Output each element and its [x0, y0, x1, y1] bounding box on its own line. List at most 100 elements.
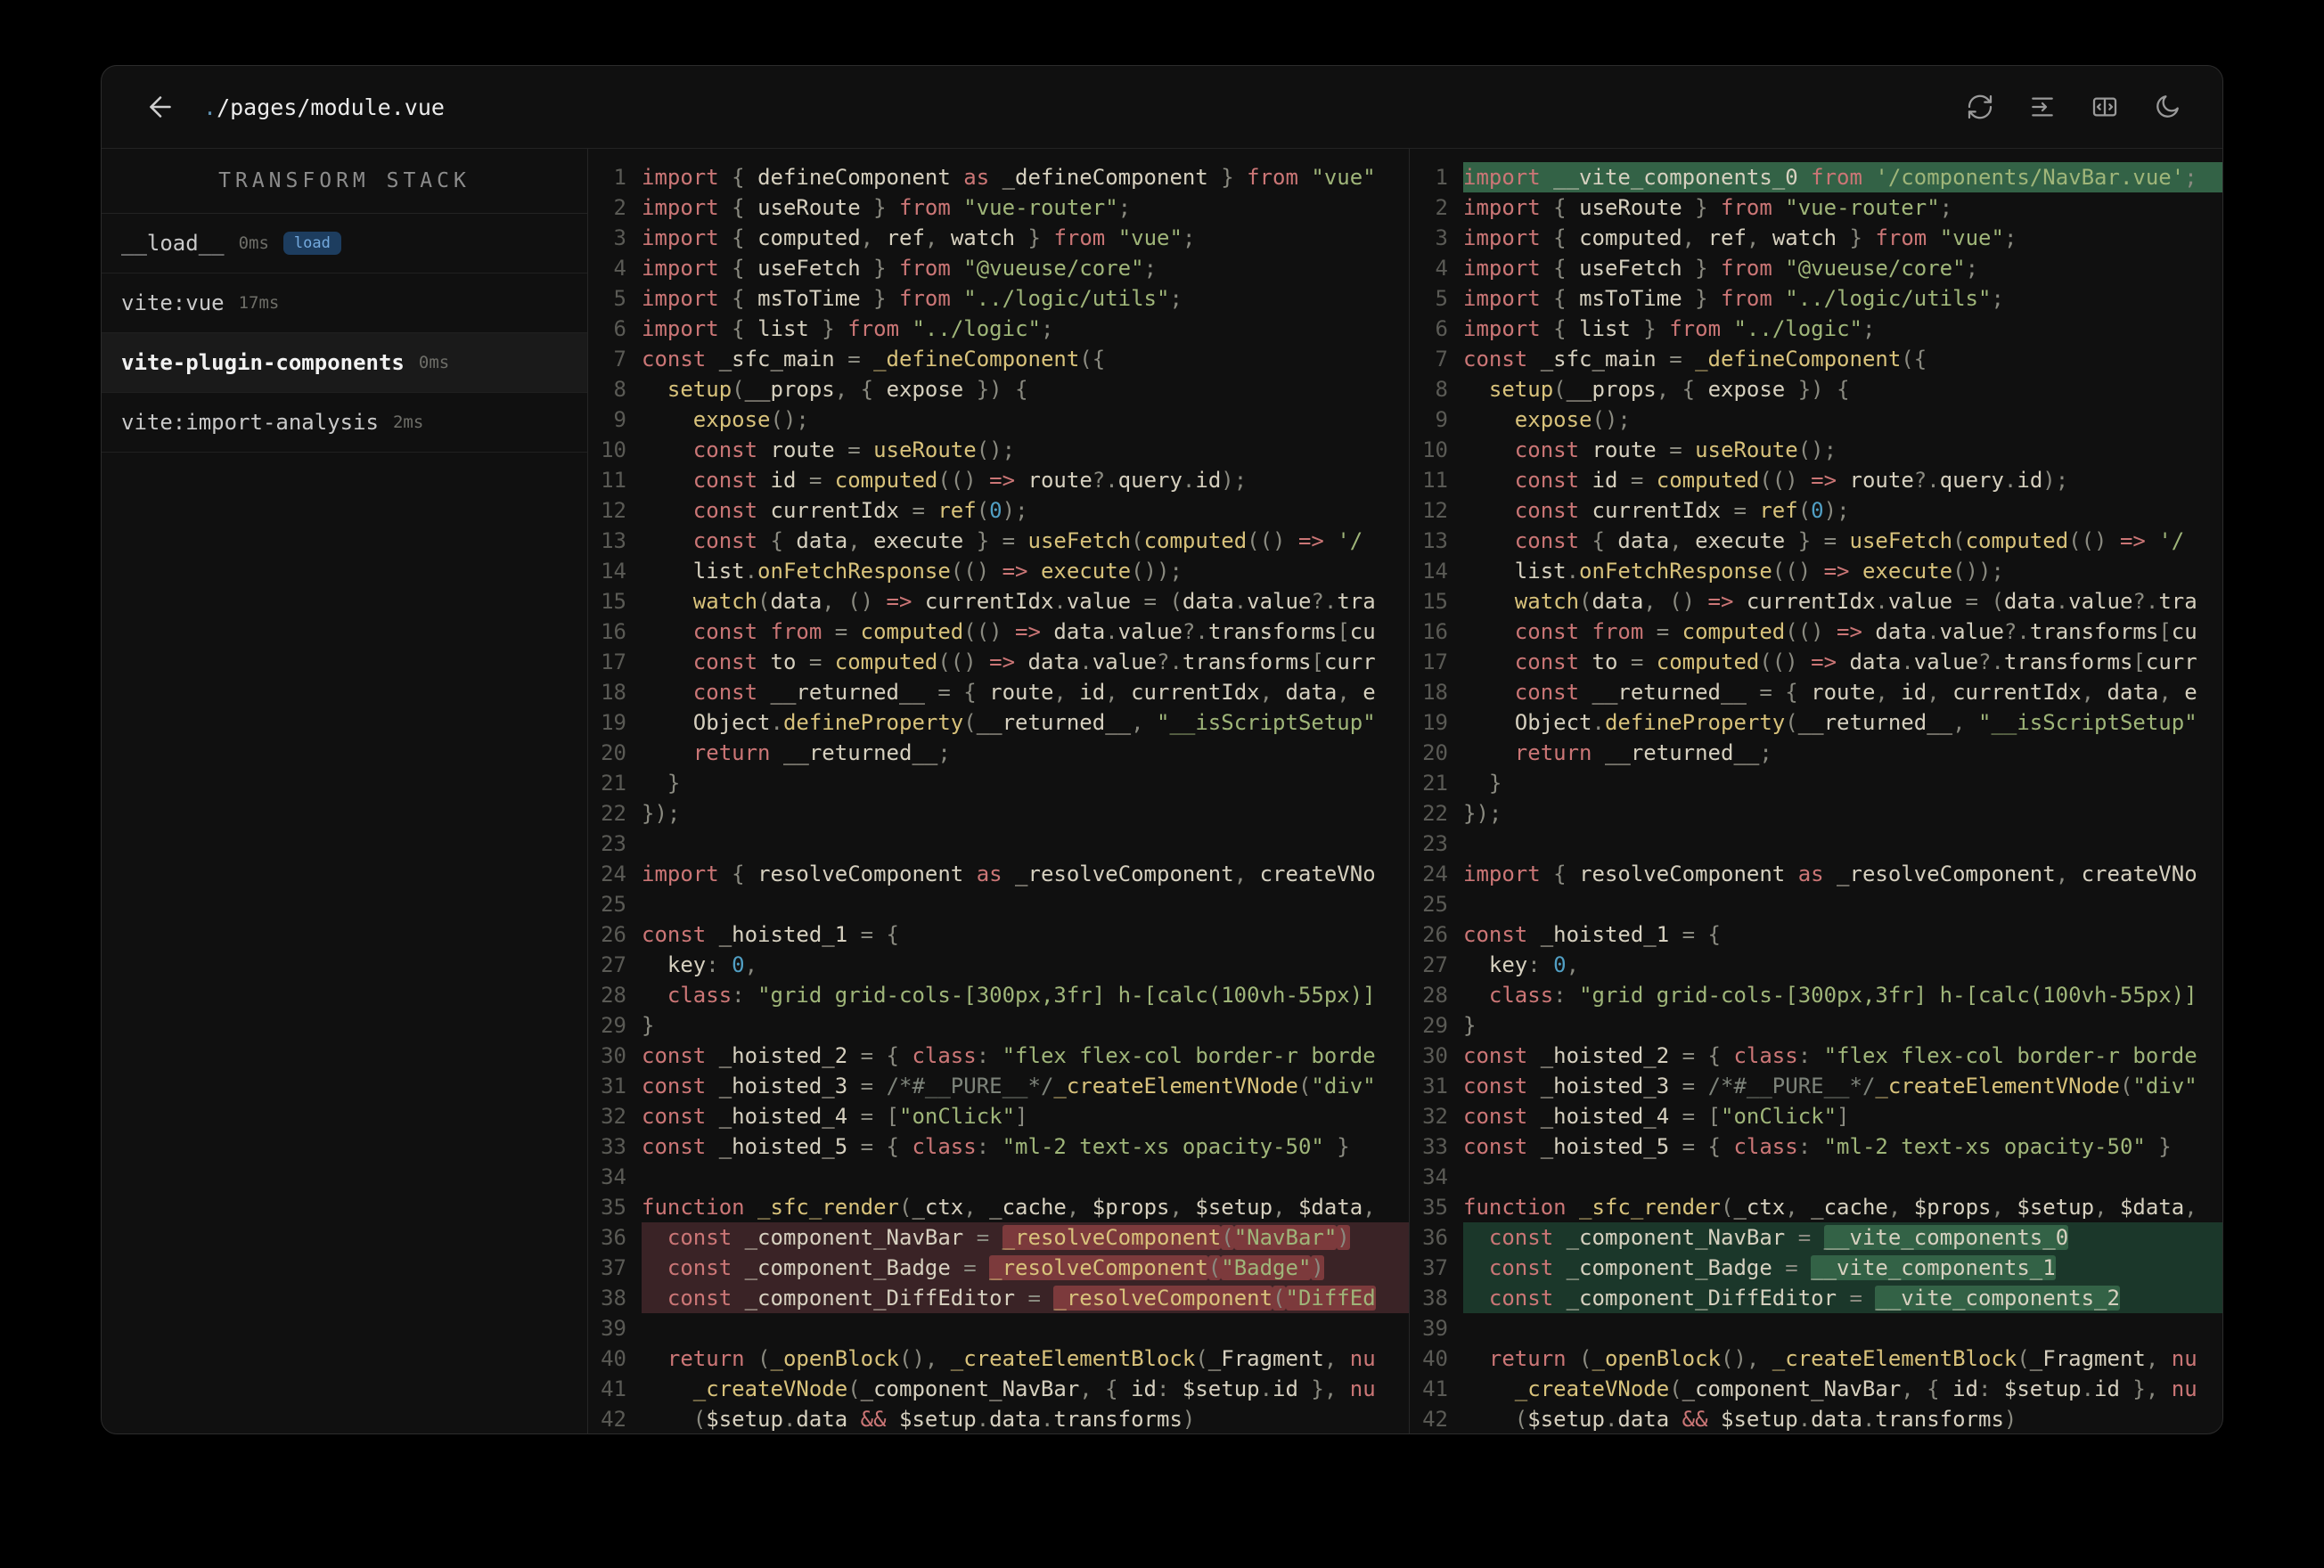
line-number: 39 — [1422, 1316, 1448, 1341]
code-text: const _component_Badge = __vite_componen… — [1463, 1253, 2222, 1283]
plugin-duration: 0ms — [418, 353, 450, 372]
code-line: 25 — [1410, 889, 2222, 919]
back-arrow-icon[interactable] — [144, 91, 176, 123]
transform-stack-sidebar: TRANSFORM STACK __load__ 0ms load vite:v… — [102, 149, 588, 1433]
line-number: 5 — [613, 286, 626, 311]
code-line: 29} — [588, 1010, 1409, 1041]
code-text: list.onFetchResponse(() => execute()); — [642, 559, 1182, 584]
line-number: 40 — [601, 1346, 626, 1371]
inspect-window: ./pages/module.vue TRANSFORM STACK __loa… — [101, 65, 2223, 1434]
code-line: 20 return __returned__; — [1410, 738, 2222, 768]
code-text: const id = computed(() => route?.query.i… — [642, 468, 1248, 493]
line-number: 7 — [1435, 347, 1448, 372]
code-line: 9 expose(); — [588, 404, 1409, 435]
sidebar-item-vite-plugin-components[interactable]: vite-plugin-components 0ms — [102, 333, 587, 393]
line-number: 28 — [1422, 983, 1448, 1008]
code-line: 7 const _sfc_main = _defineComponent({ — [588, 344, 1409, 374]
line-number: 27 — [601, 952, 626, 977]
code-text: import { useFetch } from "@vueuse/core"; — [642, 256, 1158, 281]
line-number: 16 — [601, 619, 626, 644]
line-number: 19 — [601, 710, 626, 735]
code-text: const _component_Badge = _resolveCompone… — [642, 1253, 1409, 1283]
line-number: 5 — [1435, 286, 1448, 311]
code-text: const _hoisted_5 = { class: "ml-2 text-x… — [642, 1134, 1350, 1159]
diff-before-panel[interactable]: 1 import { defineComponent as _defineComp… — [588, 149, 1409, 1433]
code-line: 8 setup(__props, { expose }) { — [588, 374, 1409, 404]
line-number: 13 — [601, 528, 626, 553]
code-line: 16 const from = computed(() => data.valu… — [588, 617, 1409, 647]
line-number: 29 — [1422, 1013, 1448, 1038]
line-number: 34 — [601, 1164, 626, 1189]
sidebar-item-vite-import-analysis[interactable]: vite:import-analysis 2ms — [102, 393, 587, 453]
line-number: 26 — [1422, 922, 1448, 947]
line-number: 10 — [1422, 437, 1448, 462]
code-line: 6 import { list } from "../logic"; — [1410, 314, 2222, 344]
line-number: 39 — [601, 1316, 626, 1341]
code-text: const _sfc_main = _defineComponent({ — [1463, 347, 1927, 372]
code-line: 28 class: "grid grid-cols-[300px,3fr] h-… — [1410, 980, 2222, 1010]
code-text: } — [642, 1013, 655, 1038]
line-number: 3 — [1435, 225, 1448, 250]
line-number: 2 — [1435, 195, 1448, 220]
main-body: TRANSFORM STACK __load__ 0ms load vite:v… — [102, 149, 2222, 1433]
code-line: 4 import { useFetch } from "@vueuse/core"… — [588, 253, 1409, 283]
line-number: 12 — [1422, 498, 1448, 523]
code-text: const route = useRoute(); — [1463, 437, 1837, 462]
diff-inline-icon[interactable] — [2028, 93, 2057, 121]
line-number: 22 — [1422, 801, 1448, 826]
line-number: 3 — [613, 225, 626, 250]
code-text: import { useRoute } from "vue-router"; — [1463, 195, 1953, 220]
code-text: _createVNode(_component_NavBar, { id: $s… — [642, 1376, 1376, 1401]
code-text: watch(data, () => currentIdx.value = (da… — [642, 589, 1376, 614]
line-number: 15 — [601, 589, 626, 614]
code-text: const _hoisted_3 = /*#__PURE__*/_createE… — [642, 1074, 1376, 1098]
code-text: }); — [642, 801, 681, 826]
code-line: 22}); — [588, 798, 1409, 829]
code-line: 3 import { computed, ref, watch } from "v… — [588, 223, 1409, 253]
line-number: 9 — [1435, 407, 1448, 432]
code-line: 12 const currentIdx = ref(0); — [588, 495, 1409, 526]
line-number: 25 — [601, 892, 626, 917]
code-line: 42 ($setup.data && $setup.data.transform… — [588, 1404, 1409, 1433]
code-text: return (_openBlock(), _createElementBloc… — [1463, 1346, 2197, 1371]
code-text: class: "grid grid-cols-[300px,3fr] h-[ca… — [1463, 983, 2197, 1008]
line-number: 21 — [1422, 771, 1448, 796]
header-icons — [1966, 93, 2181, 121]
code-line: 41 _createVNode(_component_NavBar, { id:… — [588, 1374, 1409, 1404]
code-line: 21 } — [588, 768, 1409, 798]
diff-side-by-side-icon[interactable] — [2091, 93, 2119, 121]
code-text: import { msToTime } from "../logic/utils… — [1463, 286, 2004, 311]
line-number: 32 — [1422, 1104, 1448, 1129]
diff-after-panel[interactable]: 1 import __vite_components_0 from '/compo… — [1409, 149, 2222, 1433]
line-number: 30 — [601, 1043, 626, 1068]
code-text: const _component_NavBar = _resolveCompon… — [642, 1222, 1409, 1253]
plugin-name: __load__ — [121, 231, 225, 256]
code-line: 23 — [588, 829, 1409, 859]
code-text: import { list } from "../logic"; — [642, 316, 1054, 341]
line-number: 31 — [1422, 1074, 1448, 1098]
dark-mode-toggle-icon[interactable] — [2153, 93, 2181, 121]
code-text: const _hoisted_3 = /*#__PURE__*/_createE… — [1463, 1074, 2197, 1098]
line-number: 20 — [1422, 740, 1448, 765]
sidebar-item-load[interactable]: __load__ 0ms load — [102, 214, 587, 274]
line-number: 28 — [601, 983, 626, 1008]
code-line: 2 import { useRoute } from "vue-router"; — [1410, 192, 2222, 223]
line-number: 6 — [1435, 316, 1448, 341]
code-line: 36 const _component_NavBar = _resolveCom… — [588, 1222, 1409, 1253]
code-line: 38 const _component_DiffEditor = _resolv… — [588, 1283, 1409, 1313]
line-number: 19 — [1422, 710, 1448, 735]
refresh-icon[interactable] — [1966, 93, 1994, 121]
code-text: const route = useRoute(); — [642, 437, 1016, 462]
line-number: 17 — [1422, 649, 1448, 674]
line-number: 34 — [1422, 1164, 1448, 1189]
code-line: 35 function _sfc_render(_ctx, _cache, $pr… — [1410, 1192, 2222, 1222]
line-number: 38 — [601, 1286, 626, 1311]
line-number: 40 — [1422, 1346, 1448, 1371]
line-number: 33 — [1422, 1134, 1448, 1159]
sidebar-item-vite-vue[interactable]: vite:vue 17ms — [102, 274, 587, 333]
code-line: 11 const id = computed(() => route?.quer… — [588, 465, 1409, 495]
line-number: 9 — [613, 407, 626, 432]
